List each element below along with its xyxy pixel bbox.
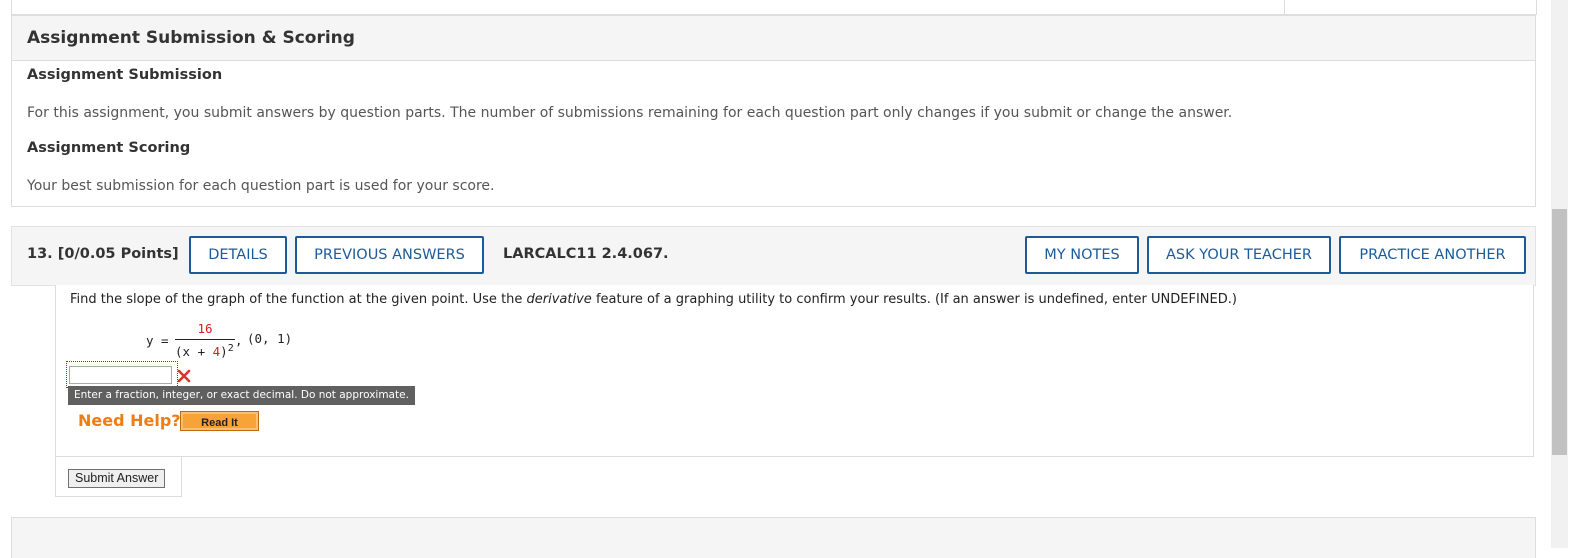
submission-title: Assignment Submission (27, 67, 223, 83)
given-point: (0, 1) (247, 331, 293, 346)
prompt-text-start: Find the slope of the graph of the funct… (70, 292, 527, 307)
previous-question-strip (11, 0, 1537, 15)
need-help-label: Need Help? (78, 411, 181, 430)
previous-answers-button[interactable]: PREVIOUS ANSWERS (295, 236, 484, 274)
scoring-text: Your best submission for each question p… (27, 178, 495, 194)
panel-header: Assignment Submission & Scoring (12, 16, 1535, 61)
x-mark-icon (177, 369, 191, 383)
question-header-bar: 13. [0/0.05 Points] DETAILS PREVIOUS ANS… (11, 226, 1536, 286)
fraction-bar (175, 339, 235, 340)
formula-denominator: (x + 4)2 (175, 343, 234, 359)
my-notes-button[interactable]: MY NOTES (1025, 236, 1139, 274)
denominator-open: (x + (175, 344, 213, 360)
question-code: LARCALC11 2.4.067. (503, 246, 669, 262)
read-it-button[interactable]: Read It (180, 411, 259, 431)
question-body: Find the slope of the graph of the funct… (55, 285, 1534, 457)
next-panel (11, 517, 1536, 558)
answer-field-wrapper (66, 361, 178, 388)
prompt-text-end: feature of a graphing utility to confirm… (591, 292, 1237, 307)
answer-input[interactable] (69, 366, 172, 384)
practice-another-button[interactable]: PRACTICE ANOTHER (1339, 236, 1526, 274)
assignment-scoring-panel: Assignment Submission & Scoring Assignme… (11, 15, 1536, 207)
strip-divider (1284, 0, 1285, 14)
question-number-points: 13. [0/0.05 Points] (27, 246, 179, 262)
answer-format-tooltip: Enter a fraction, integer, or exact deci… (68, 386, 415, 405)
formula-lhs: y = (146, 333, 169, 348)
scoring-title: Assignment Scoring (27, 140, 191, 156)
ask-your-teacher-button[interactable]: ASK YOUR TEACHER (1147, 236, 1331, 274)
submission-text: For this assignment, you submit answers … (27, 105, 1233, 121)
prompt-emphasis: derivative (526, 292, 592, 307)
formula-comma: , (235, 333, 243, 348)
denominator-close: ) (220, 344, 228, 360)
details-button[interactable]: DETAILS (189, 236, 287, 274)
scrollbar-thumb[interactable] (1552, 209, 1567, 455)
formula-numerator: 16 (197, 321, 213, 336)
question-prompt: Find the slope of the graph of the funct… (70, 292, 1237, 307)
denominator-exponent: 2 (227, 343, 234, 354)
submit-answer-button[interactable]: Submit Answer (68, 469, 166, 488)
